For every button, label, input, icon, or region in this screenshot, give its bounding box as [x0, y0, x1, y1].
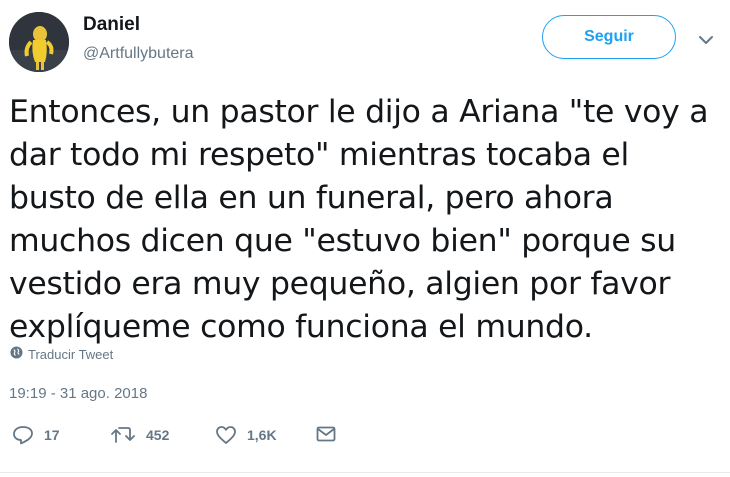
tweet-text: Entonces, un pastor le dijo a Ariana "te… [9, 94, 709, 345]
retweet-count: 452 [146, 427, 170, 443]
direct-message-button[interactable] [316, 425, 336, 443]
retweet-button[interactable]: 452 [110, 425, 169, 445]
retweet-icon [110, 425, 136, 445]
divider [0, 472, 730, 473]
reply-icon [12, 425, 34, 445]
tweet-actions: 17 452 1,6K [0, 425, 730, 455]
reply-count: 17 [44, 427, 60, 443]
envelope-icon [316, 425, 336, 443]
follow-button[interactable]: Seguir [542, 15, 676, 59]
translate-label: Traducir Tweet [28, 346, 114, 362]
heart-icon [215, 425, 237, 445]
user-handle[interactable]: @Artfullybutera [83, 45, 194, 63]
chevron-down-icon[interactable] [697, 33, 715, 45]
like-count: 1,6K [247, 427, 277, 443]
translate-tweet-link[interactable]: Traducir Tweet [10, 346, 113, 362]
globe-icon [10, 346, 23, 362]
user-name[interactable]: Daniel [83, 14, 140, 36]
like-button[interactable]: 1,6K [215, 425, 277, 445]
tweet-timestamp[interactable]: 19:19 - 31 ago. 2018 [9, 385, 147, 402]
avatar[interactable] [9, 12, 69, 72]
reply-button[interactable]: 17 [12, 425, 60, 445]
